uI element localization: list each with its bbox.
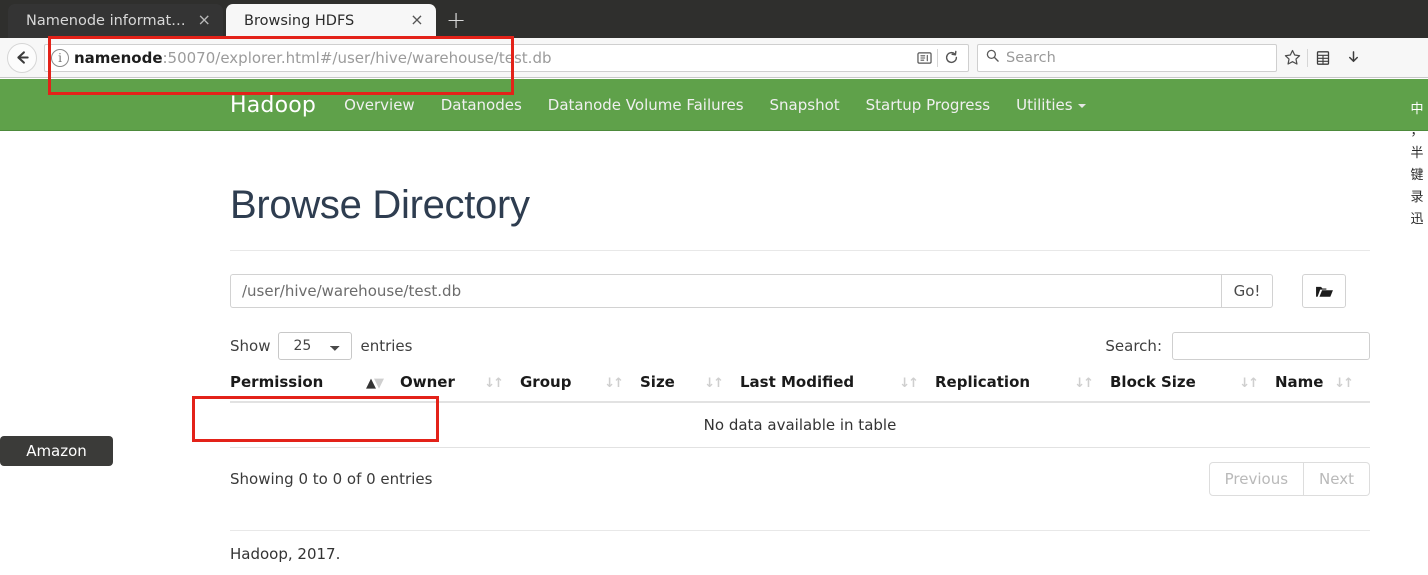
table-empty-row: No data available in table — [230, 402, 1370, 448]
previous-button[interactable]: Previous — [1208, 462, 1305, 496]
tab-namenode-information[interactable]: Namenode information × — [8, 4, 223, 38]
table-head: Permission ▲▼ Owner ↓↑ Group ↓↑ Size ↓↑ Last… — [230, 373, 1370, 403]
table-body: No data available in table — [230, 402, 1370, 448]
empty-message: No data available in table — [230, 402, 1370, 448]
footer-text: Hadoop, 2017. — [230, 545, 341, 563]
address-bar-text: namenode:50070/explorer.html#/user/hive/… — [74, 49, 551, 67]
column-header-owner[interactable]: Owner ↓↑ — [400, 373, 520, 403]
sort-icon[interactable]: ↓↑ — [704, 376, 740, 391]
tab-label: Browsing HDFS — [244, 13, 355, 29]
column-header-replication[interactable]: Replication ↓↑ — [935, 373, 1110, 403]
table-search-group: Search: — [1105, 332, 1370, 360]
nav-link-overview[interactable]: Overview — [344, 96, 415, 114]
search-label: Search: — [1105, 337, 1162, 355]
nav-link-snapshot[interactable]: Snapshot — [770, 96, 840, 114]
nav-link-startup-progress[interactable]: Startup Progress — [866, 96, 990, 114]
tab-label: Namenode information — [26, 13, 190, 29]
column-header-size[interactable]: Size ↓↑ — [640, 373, 740, 403]
column-label: Last Modified — [740, 373, 855, 391]
sort-icon[interactable]: ↓↑ — [899, 376, 935, 391]
path-row: Go! — [230, 274, 1370, 308]
show-label: Show — [230, 337, 271, 355]
path-input[interactable] — [230, 274, 1221, 308]
page-content: Hadoop Overview Datanodes Datanode Volum… — [0, 79, 1428, 575]
ime-toolbar: 中 ， 半 键 录 迅 — [1406, 96, 1428, 228]
nav-link-datanodes[interactable]: Datanodes — [441, 96, 522, 114]
sort-icon-active[interactable]: ▲▼ — [366, 376, 400, 391]
table-header-row: Permission ▲▼ Owner ↓↑ Group ↓↑ Size ↓↑ Last… — [230, 373, 1370, 403]
sort-icon[interactable]: ↓↑ — [604, 376, 640, 391]
browser-window: Namenode information × Browsing HDFS × +… — [0, 0, 1428, 575]
column-label: Name — [1275, 373, 1324, 391]
directory-table: Permission ▲▼ Owner ↓↑ Group ↓↑ Size ↓↑ Last… — [230, 373, 1370, 448]
column-header-last-modified[interactable]: Last Modified ↓↑ — [740, 373, 935, 403]
go-button[interactable]: Go! — [1221, 274, 1273, 308]
reload-icon[interactable] — [938, 45, 964, 71]
close-icon[interactable]: × — [195, 12, 213, 30]
sort-icon[interactable]: ↓↑ — [1239, 376, 1275, 391]
sort-icon[interactable]: ↓↑ — [1334, 376, 1370, 391]
next-button[interactable]: Next — [1304, 462, 1370, 496]
chevron-down-icon — [1077, 103, 1086, 108]
page-length-group: Show 25 50 100 entries — [230, 332, 412, 360]
hadoop-navbar: Hadoop Overview Datanodes Datanode Volum… — [0, 79, 1428, 131]
nav-link-utilities[interactable]: Utilities — [1016, 96, 1086, 114]
ime-language-icon[interactable]: 中 — [1406, 96, 1428, 118]
new-tab-icon[interactable]: + — [444, 8, 468, 33]
column-label: Owner — [400, 373, 455, 391]
footer-divider — [230, 530, 1370, 531]
url-path: :50070/explorer.html#/user/hive/warehous… — [162, 48, 552, 67]
ime-keyboard-icon[interactable]: 键 — [1406, 162, 1428, 184]
sort-icon[interactable]: ↓↑ — [1074, 376, 1110, 391]
back-arrow-icon[interactable] — [7, 42, 37, 73]
browser-search-box[interactable]: Search — [977, 43, 1277, 72]
column-label: Permission — [230, 373, 324, 391]
column-header-block-size[interactable]: Block Size ↓↑ — [1110, 373, 1275, 403]
column-header-name[interactable]: Name ↓↑ — [1275, 373, 1370, 403]
reader-mode-icon[interactable] — [911, 45, 937, 71]
folder-button[interactable] — [1302, 274, 1346, 308]
nav-link-utilities-label: Utilities — [1016, 96, 1073, 114]
table-info: Showing 0 to 0 of 0 entries — [230, 470, 433, 488]
download-icon[interactable] — [1338, 41, 1368, 75]
hadoop-brand[interactable]: Hadoop — [230, 93, 316, 118]
title-divider — [230, 250, 1370, 251]
tab-strip: Namenode information × Browsing HDFS × + — [0, 0, 1428, 38]
search-icon — [986, 49, 999, 66]
column-label: Size — [640, 373, 675, 391]
table-footer: Showing 0 to 0 of 0 entries Previous Nex… — [230, 462, 1370, 496]
table-controls: Show 25 50 100 entries Search: — [230, 331, 1370, 361]
browser-search-placeholder: Search — [1006, 49, 1056, 66]
library-icon[interactable] — [1308, 41, 1338, 75]
main-container: Browse Directory Go! Show — [230, 131, 1370, 563]
path-input-group: Go! — [230, 274, 1273, 308]
address-bar[interactable]: i namenode:50070/explorer.html#/user/hiv… — [44, 43, 969, 72]
browser-toolbar: i namenode:50070/explorer.html#/user/hiv… — [0, 38, 1428, 78]
tab-browsing-hdfs[interactable]: Browsing HDFS × — [226, 4, 436, 38]
url-host: namenode — [74, 48, 163, 67]
ime-punctuation-icon[interactable]: ， — [1406, 118, 1428, 140]
page-title: Browse Directory — [230, 183, 530, 227]
column-header-group[interactable]: Group ↓↑ — [520, 373, 640, 403]
entries-label: entries — [360, 337, 413, 355]
bookmark-star-icon[interactable] — [1277, 41, 1307, 75]
column-label: Block Size — [1110, 373, 1196, 391]
ime-width-icon[interactable]: 半 — [1406, 140, 1428, 162]
launcher-tooltip-amazon: Amazon — [0, 436, 113, 466]
column-label: Replication — [935, 373, 1031, 391]
page-length-select[interactable]: 25 50 100 — [278, 332, 353, 360]
hadoop-navbar-inner: Hadoop Overview Datanodes Datanode Volum… — [230, 79, 1112, 131]
ime-extra-icon[interactable]: 迅 — [1406, 206, 1428, 228]
pagination: Previous Next — [1208, 462, 1370, 496]
sort-icon[interactable]: ↓↑ — [484, 376, 520, 391]
address-bar-actions — [911, 45, 964, 71]
table-search-input[interactable] — [1172, 332, 1370, 360]
close-icon[interactable]: × — [408, 12, 426, 30]
ime-record-icon[interactable]: 录 — [1406, 184, 1428, 206]
nav-link-datanode-volume-failures[interactable]: Datanode Volume Failures — [548, 96, 744, 114]
column-label: Group — [520, 373, 572, 391]
column-header-permission[interactable]: Permission ▲▼ — [230, 373, 400, 403]
page-info-icon[interactable]: i — [51, 48, 69, 67]
